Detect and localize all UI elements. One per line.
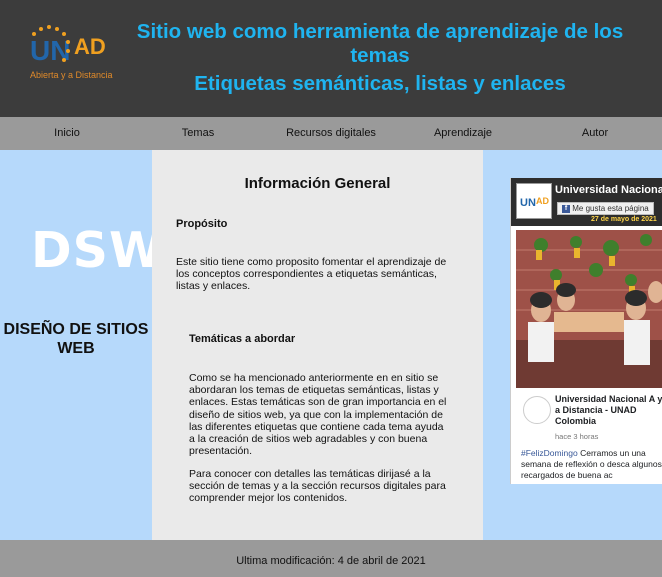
nav-item-aprendizaje[interactable]: Aprendizaje xyxy=(434,127,492,139)
svg-text:AD: AD xyxy=(536,196,549,206)
unad-logo-mark: UN AD xyxy=(30,25,106,66)
fb-post-avatar[interactable] xyxy=(523,396,551,424)
left-sidebar: DSW DISEÑO DE SITIOS WEB xyxy=(0,150,163,540)
fb-cover-date: 27 de mayo de 2021 xyxy=(591,216,657,223)
last-modified: Ultima modificación: 4 de abril de 2021 xyxy=(236,555,426,567)
nav-item-temas[interactable]: Temas xyxy=(182,127,214,139)
fb-hashtag-link[interactable]: #FelizDomingo xyxy=(521,448,578,458)
fb-logo-icon: f xyxy=(562,204,570,213)
section2-text-2: Para conocer con detalles las temáticas … xyxy=(189,468,446,505)
logo-tagline: Abierta y a Distancia xyxy=(30,70,113,80)
section1-text: Este sitio tiene como proposito fomentar… xyxy=(176,256,447,293)
group-photo-image xyxy=(516,230,662,388)
section2-text-1: Como se ha mencionado anteriormente en e… xyxy=(189,372,447,458)
fb-page-avatar[interactable]: UN AD xyxy=(516,183,552,219)
nav-item-autor[interactable]: Autor xyxy=(582,127,608,139)
dsw-logo: DSW xyxy=(31,222,165,279)
title-line-2: Etiquetas semánticas, listas y enlaces xyxy=(194,72,566,95)
fb-like-label: Me gusta esta página xyxy=(572,204,649,213)
fb-cover: UN AD Universidad Nacional f Me gusta es… xyxy=(511,178,662,226)
section1-heading: Propósito xyxy=(176,218,228,230)
page-title: Sitio web como herramienta de aprendizaj… xyxy=(120,20,640,96)
fb-post-photo[interactable] xyxy=(516,230,662,388)
main-content: Información General Propósito Este sitio… xyxy=(152,150,483,540)
svg-text:UN: UN xyxy=(520,197,536,209)
nav-item-inicio[interactable]: Inicio xyxy=(54,127,80,139)
fb-page-name[interactable]: Universidad Nacional xyxy=(555,184,662,196)
nav-item-recursos-digitales[interactable]: Recursos digitales xyxy=(286,127,376,139)
fb-post-author[interactable]: Universidad Nacional A y a Distancia - U… xyxy=(555,394,662,427)
facebook-widget[interactable]: UN AD Universidad Nacional f Me gusta es… xyxy=(510,178,662,484)
site-footer: Ultima modificación: 4 de abril de 2021 xyxy=(0,540,662,577)
section-title: Información General xyxy=(244,175,391,192)
unad-avatar-icon: UN AD xyxy=(520,196,549,209)
fb-post-text: #FelizDomingo Cerramos un una semana de … xyxy=(521,448,662,481)
fb-like-button[interactable]: f Me gusta esta página xyxy=(557,202,654,215)
site-header: UN AD Abierta y a Distancia Sitio web co… xyxy=(0,0,662,117)
fb-post-time[interactable]: hace 3 horas xyxy=(555,432,598,441)
sidebar-subtitle: DISEÑO DE SITIOS WEB xyxy=(3,321,149,357)
section2-heading: Temáticas a abordar xyxy=(189,333,296,345)
unad-logo[interactable]: UN AD Abierta y a Distancia xyxy=(28,24,120,86)
title-line-1: Sitio web como herramienta de aprendizaj… xyxy=(136,20,624,67)
main-nav: Inicio Temas Recursos digitales Aprendiz… xyxy=(0,117,662,150)
logo-text-ad: AD xyxy=(74,34,106,59)
